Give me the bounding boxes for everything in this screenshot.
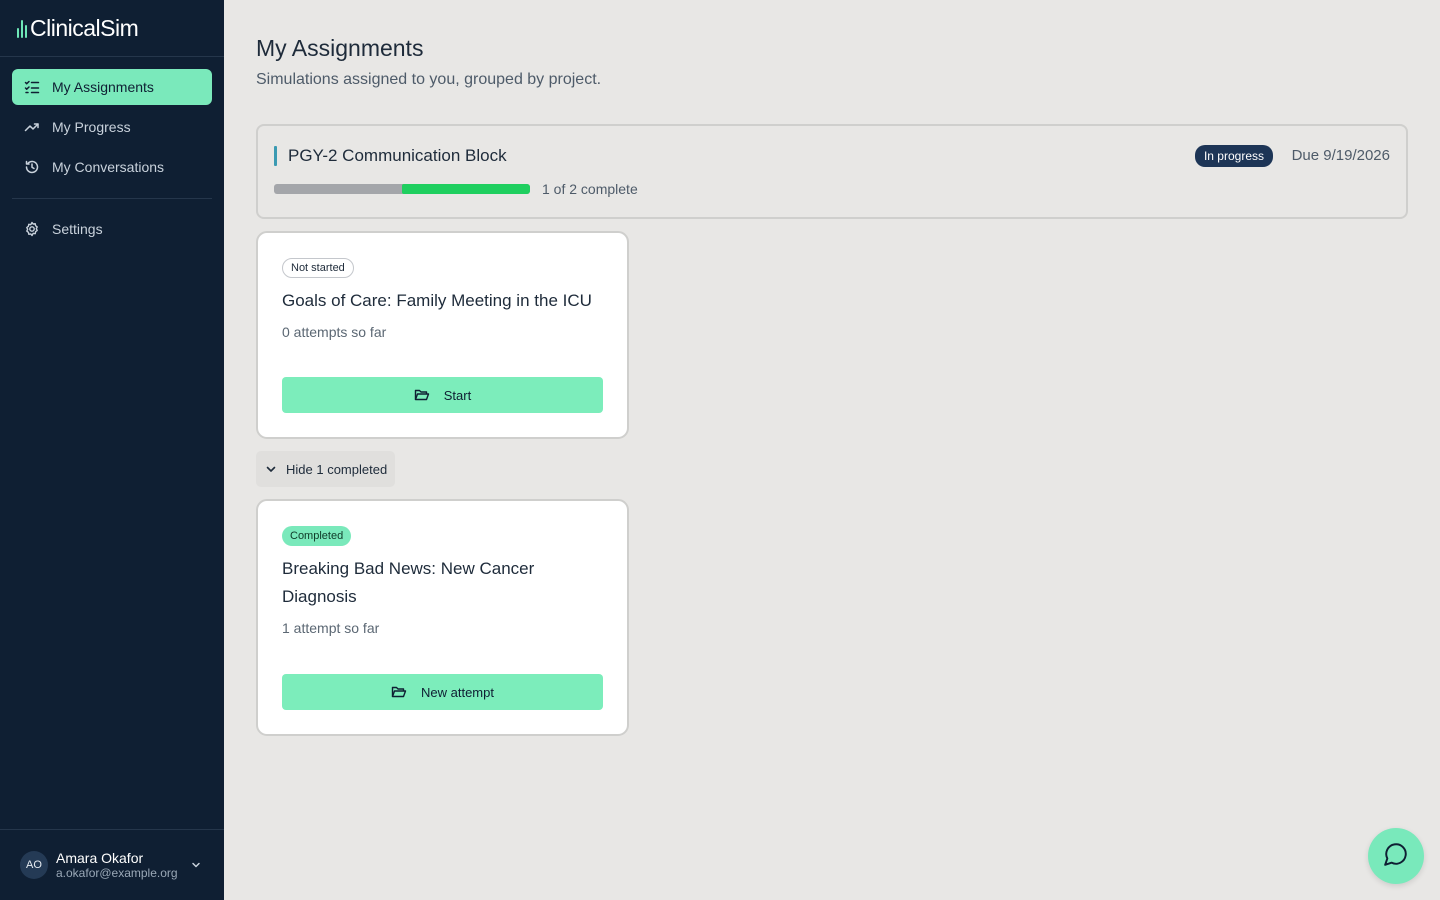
user-menu[interactable]: AO Amara Okafor a.okafor@example.org: [0, 829, 224, 900]
status-badge: In progress: [1194, 145, 1273, 167]
assignment-title: Breaking Bad News: New Cancer Diagnosis: [282, 559, 535, 606]
sidebar-item-label: My Conversations: [52, 159, 165, 175]
toggle-completed-button[interactable]: Hide 1 completed: [256, 451, 396, 487]
attempts-count: 1 attempt so far: [282, 620, 380, 636]
brand[interactable]: ClinicalSim: [0, 0, 224, 57]
nav-divider: [12, 198, 212, 199]
chevron-down-icon[interactable]: [188, 857, 204, 873]
folder-open-icon: [391, 684, 407, 700]
attempts-count: 0 attempts so far: [282, 324, 387, 340]
sidebar-item-settings[interactable]: Settings: [12, 211, 212, 247]
new-attempt-button[interactable]: New attempt: [282, 674, 603, 710]
sidebar: ClinicalSim My Assignments My Progress M…: [0, 0, 224, 900]
chat-bubble-icon: [1383, 841, 1409, 872]
sidebar-item-label: Settings: [52, 221, 103, 237]
sidebar-item-my-progress[interactable]: My Progress: [12, 109, 212, 145]
user-name: Amara Okafor: [56, 849, 144, 866]
trending-up-icon: [24, 119, 40, 135]
toggle-completed-label: Hide 1 completed: [286, 461, 388, 477]
project-card: PGY-2 Communication Block In progress Du…: [256, 124, 1408, 219]
gear-icon: [24, 221, 40, 237]
progress-fill: [402, 184, 530, 194]
assignment-card-completed: Completed Breaking Bad News: New Cancer …: [256, 499, 629, 736]
project-accent-bar: [274, 146, 277, 166]
progress-text: 1 of 2 complete: [542, 181, 638, 197]
project-title: PGY-2 Communication Block: [288, 146, 507, 165]
start-button[interactable]: Start: [282, 377, 603, 413]
page-subtitle: Simulations assigned to you, grouped by …: [256, 71, 602, 88]
status-badge: Not started: [282, 258, 354, 278]
project-progress-bar: [274, 184, 530, 194]
user-info: Amara Okafor a.okafor@example.org: [56, 850, 188, 881]
sidebar-item-label: My Progress: [52, 119, 131, 135]
list-check-icon: [24, 79, 40, 95]
chevron-down-icon: [264, 462, 278, 476]
assignment-card: Not started Goals of Care: Family Meetin…: [256, 231, 629, 439]
new-attempt-button-label: New attempt: [421, 684, 494, 700]
folder-open-icon: [414, 387, 430, 403]
start-button-label: Start: [443, 387, 472, 403]
assignment-title: Goals of Care: Family Meeting in the ICU: [282, 291, 592, 310]
app-name: ClinicalSim: [30, 14, 139, 41]
sidebar-item-my-conversations[interactable]: My Conversations: [12, 149, 212, 185]
user-email: a.okafor@example.org: [56, 865, 178, 880]
status-badge: Completed: [282, 526, 352, 546]
avatar: AO: [20, 851, 48, 879]
project-due-date: Due 9/19/2026: [1291, 147, 1390, 164]
history-icon: [24, 159, 40, 175]
waveform-logo-icon: [17, 18, 27, 38]
page-title: My Assignments: [256, 35, 424, 61]
sidebar-secondary-nav: Settings: [0, 211, 224, 251]
sidebar-nav: My Assignments My Progress My Conversati…: [0, 57, 224, 189]
sidebar-item-label: My Assignments: [52, 79, 154, 95]
sidebar-item-my-assignments[interactable]: My Assignments: [12, 69, 212, 105]
chat-fab-button[interactable]: [1368, 828, 1424, 884]
